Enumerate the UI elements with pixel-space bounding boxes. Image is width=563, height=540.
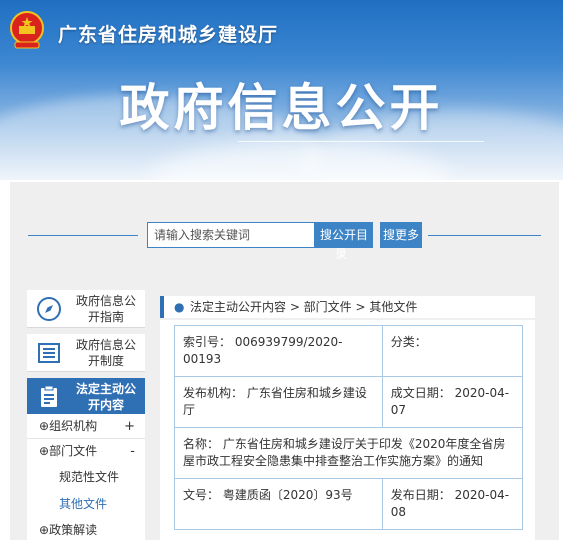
sidebar-item-system[interactable]: 政府信息公开制度 [27, 334, 145, 372]
publish-date: 发布日期： 2020-04-08 [390, 488, 510, 519]
tree-item-label: ⊕部门文件 [39, 444, 98, 458]
sidebar-item-label: 政府信息公开指南 [75, 294, 136, 324]
search-catalog-label: 搜公开目 [319, 228, 368, 242]
national-emblem-icon [10, 11, 44, 49]
divider [28, 235, 138, 236]
document-number: 文号： 粤建质函〔2020〕93号 [175, 479, 383, 529]
document-name: 名称： 广东省住房和城乡建设厅关于印发《2020年度全省房屋市政工程安全隐患集中… [183, 437, 506, 468]
tree-item-text: 政策解读 [49, 523, 98, 537]
tree-subitem-other[interactable]: 其他文件 [27, 491, 145, 518]
category-tree: ⊕组织机构 + ⊕部门文件 - 规范性文件 其他文件 ⊕政策解读 [27, 414, 145, 540]
table-row: 文号： 粤建质函〔2020〕93号 发布日期： 2020-04-08 [175, 479, 522, 529]
tree-item-policy[interactable]: ⊕政策解读 [27, 518, 145, 540]
search-input[interactable] [147, 222, 315, 248]
sidebar-item-label: 法定主动公开内容 [75, 382, 136, 412]
location-pin-icon: ● [174, 300, 185, 314]
sidebar-item-label: 政府信息公开制度 [75, 338, 136, 368]
document-info: 索引号： 006939799/2020-00193 分类： 发布机构： 广东省住… [160, 320, 535, 540]
table-row: 发布机构： 广东省住房和城乡建设厅 成文日期： 2020-04-07 [175, 377, 522, 428]
sidebar-item-statutory[interactable]: 法定主动公开内容 [27, 378, 145, 416]
search-catalog-label-wrap: 录 [335, 247, 348, 261]
tree-item-text: 组织机构 [49, 419, 98, 433]
creation-date: 成文日期： 2020-04-07 [390, 386, 510, 417]
sidebar-item-guide[interactable]: 政府信息公开指南 [27, 290, 145, 328]
sidebar: 政府信息公开指南 政府信息公开制度 法定主动公开内容 [27, 290, 145, 422]
info-table: 索引号： 006939799/2020-00193 分类： 发布机构： 广东省住… [174, 325, 523, 530]
search-more-button[interactable]: 搜更多 [380, 222, 422, 248]
content-panel: 搜公开目 录 搜更多 政府信息公开指南 政府信息公开制度 [10, 182, 559, 540]
department-name: 广东省住房和城乡建设厅 [58, 24, 279, 46]
tree-item-text: 部门文件 [49, 444, 98, 458]
search-catalog-button[interactable]: 搜公开目 录 [315, 222, 373, 261]
tree-subitem-normative[interactable]: 规范性文件 [27, 464, 145, 491]
table-row: 索引号： 006939799/2020-00193 分类： [175, 326, 522, 377]
tree-item-label: ⊕政策解读 [39, 523, 98, 537]
compass-icon [37, 297, 61, 321]
index-number: 索引号： 006939799/2020-00193 [175, 326, 383, 376]
tree-item-dept-files[interactable]: ⊕部门文件 - [27, 439, 145, 464]
category: 分类： [390, 335, 427, 349]
document-list-icon [38, 343, 60, 363]
title-divider [238, 141, 484, 142]
divider [428, 235, 541, 236]
breadcrumb: ● 法定主动公开内容 > 部门文件 > 其他文件 [160, 296, 535, 318]
collapse-icon[interactable]: - [130, 439, 135, 464]
tree-item-label: ⊕组织机构 [39, 419, 98, 433]
breadcrumb-text[interactable]: 法定主动公开内容 > 部门文件 > 其他文件 [190, 300, 417, 314]
table-row: 名称： 广东省住房和城乡建设厅关于印发《2020年度全省房屋市政工程安全隐患集中… [175, 428, 522, 479]
header-banner: 广东省住房和城乡建设厅 政府信息公开 [0, 0, 563, 180]
issuing-agency: 发布机构： 广东省住房和城乡建设厅 [175, 377, 383, 427]
expand-icon[interactable]: + [124, 414, 135, 439]
clipboard-icon [41, 385, 57, 407]
page-title: 政府信息公开 [119, 79, 444, 137]
tree-item-org[interactable]: ⊕组织机构 + [27, 414, 145, 439]
